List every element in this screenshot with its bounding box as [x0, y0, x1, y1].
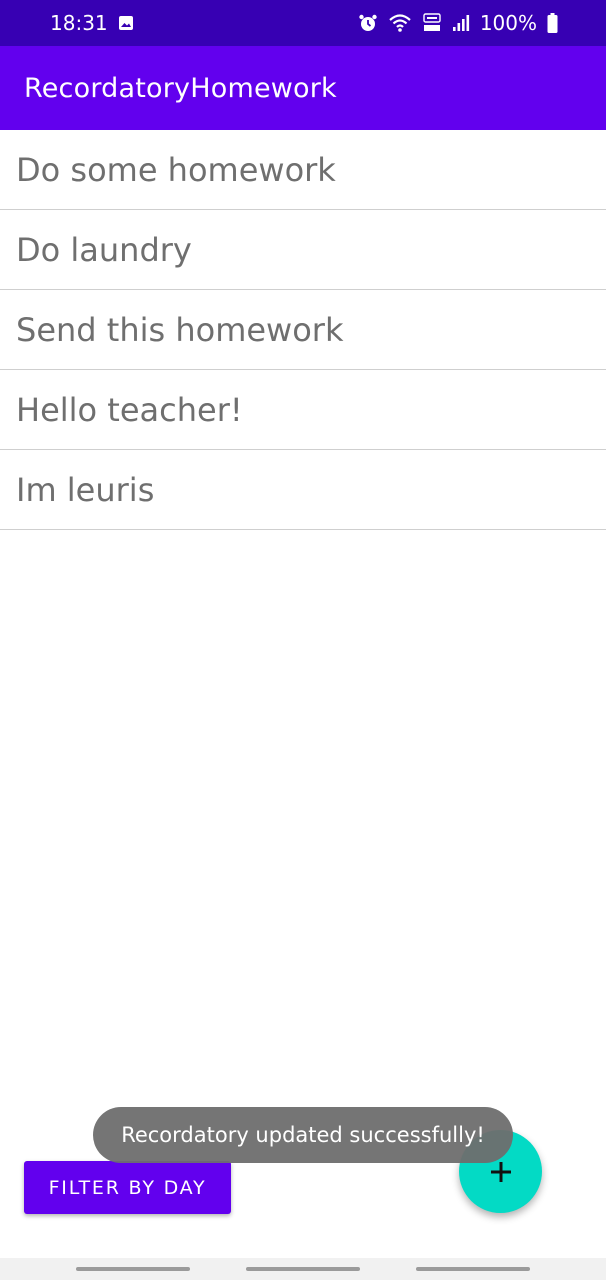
nav-handle-left[interactable]: [76, 1267, 190, 1271]
toast-text: Recordatory updated successfully!: [121, 1123, 485, 1147]
battery-level: 100%: [479, 11, 537, 35]
alarm-icon: [358, 13, 378, 33]
task-list: Do some homework Do laundry Send this ho…: [0, 130, 606, 530]
task-label: Im leuris: [16, 470, 155, 509]
toast-message: Recordatory updated successfully!: [93, 1107, 513, 1163]
task-label: Do laundry: [16, 230, 192, 269]
list-item[interactable]: Send this homework: [0, 290, 606, 370]
app-bar: RecordatoryHomework: [0, 46, 606, 130]
status-bar: 18:31 100%: [0, 0, 606, 46]
task-label: Send this homework: [16, 310, 344, 349]
status-left: 18:31: [50, 11, 134, 35]
filter-by-day-button[interactable]: FILTER BY DAY: [24, 1161, 231, 1214]
plus-icon: [488, 1159, 514, 1185]
signal-icon: [452, 14, 470, 32]
list-item[interactable]: Im leuris: [0, 450, 606, 530]
task-label: Hello teacher!: [16, 390, 243, 429]
status-right: 100%: [358, 11, 558, 35]
list-item[interactable]: Do laundry: [0, 210, 606, 290]
wifi-icon: [388, 13, 412, 33]
list-item[interactable]: Do some homework: [0, 130, 606, 210]
battery-icon: [547, 13, 558, 33]
nav-handle-center[interactable]: [246, 1267, 360, 1271]
nav-handle-right[interactable]: [416, 1267, 530, 1271]
screen: 18:31 100% RecordatoryHomework Do some h…: [0, 0, 606, 1280]
task-label: Do some homework: [16, 150, 336, 189]
app-title: RecordatoryHomework: [24, 72, 337, 104]
status-time: 18:31: [50, 11, 108, 35]
gallery-icon: [118, 15, 134, 31]
navigation-bar: [0, 1258, 606, 1280]
volte-icon: [422, 13, 442, 33]
list-item[interactable]: Hello teacher!: [0, 370, 606, 450]
